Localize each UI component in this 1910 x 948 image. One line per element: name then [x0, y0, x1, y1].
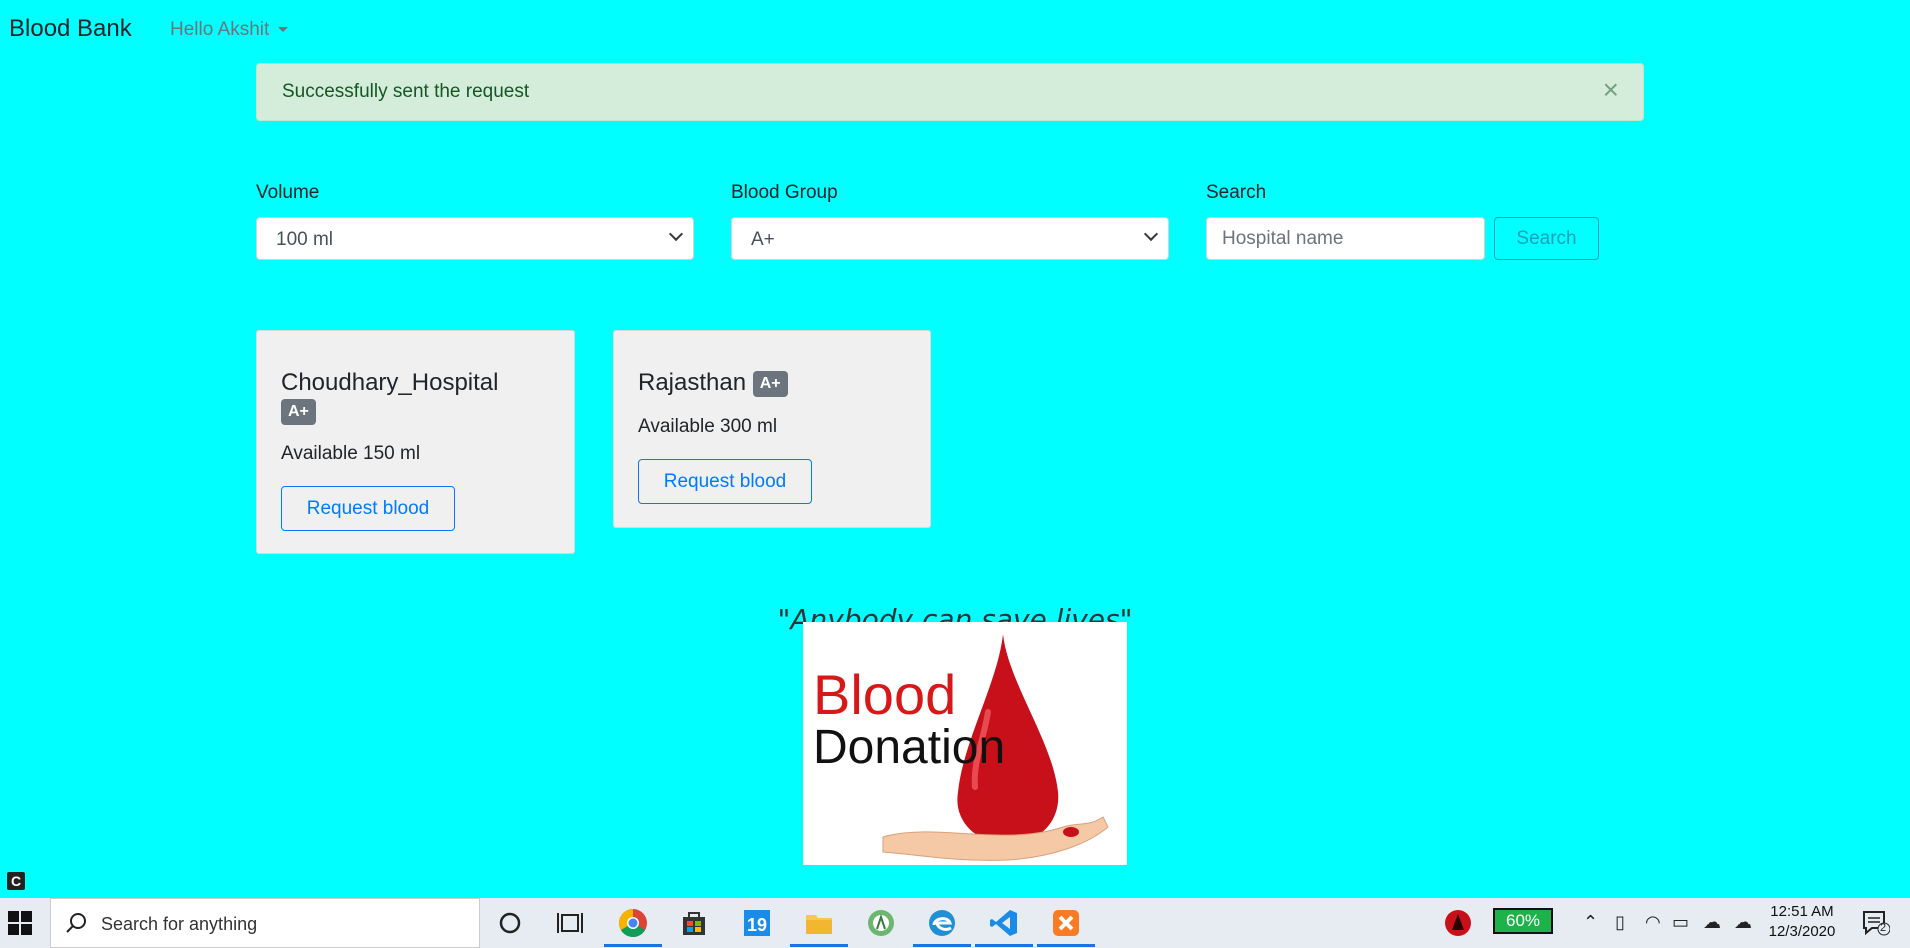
- wifi-icon[interactable]: ◠: [1645, 912, 1661, 933]
- battery-icon[interactable]: ▭: [1672, 912, 1689, 933]
- image-text-donation: Donation: [813, 721, 1006, 774]
- active-app-indicator: [975, 944, 1033, 947]
- chevron-down-icon: [668, 226, 684, 242]
- taskbar-search-text: Search for anything: [101, 914, 258, 934]
- app-corner-icon[interactable]: C: [7, 872, 25, 890]
- available-volume: Available 150 ml: [281, 443, 421, 464]
- search-icon: [66, 913, 86, 933]
- store-icon[interactable]: [678, 907, 710, 939]
- notification-count: 2: [1880, 922, 1887, 934]
- request-blood-button[interactable]: Request blood: [638, 459, 812, 504]
- hospital-search-input[interactable]: [1206, 217, 1485, 260]
- chrome-icon[interactable]: [617, 907, 649, 939]
- xampp-icon[interactable]: [1050, 907, 1082, 939]
- cortana-icon[interactable]: [494, 907, 526, 939]
- user-greeting: Hello Akshit: [170, 19, 270, 40]
- system-clock[interactable]: 12:51 AM 12/3/2020: [1766, 902, 1838, 942]
- active-app-indicator: [913, 944, 971, 947]
- notification-center[interactable]: 2: [1862, 910, 1891, 941]
- volume-select[interactable]: 100 ml: [256, 217, 694, 260]
- file-explorer-icon[interactable]: [803, 907, 835, 939]
- active-app-indicator: [790, 944, 848, 947]
- hospital-name: Rajasthan: [638, 369, 747, 396]
- active-app-indicator: [604, 944, 662, 947]
- meet-now-icon[interactable]: ▯: [1615, 912, 1625, 933]
- battery-percentage[interactable]: 60%: [1493, 908, 1553, 934]
- windows-start-icon[interactable]: [8, 911, 32, 935]
- volume-selected-value: 100 ml: [276, 229, 334, 250]
- request-blood-button[interactable]: Request blood: [281, 486, 455, 531]
- image-text-blood: Blood: [813, 663, 957, 726]
- brand-logo[interactable]: Blood Bank: [9, 15, 132, 43]
- clock-time: 12:51 AM: [1770, 903, 1834, 920]
- caret-down-icon: [277, 27, 288, 33]
- edge-icon[interactable]: [926, 907, 958, 939]
- task-view-icon[interactable]: [554, 907, 586, 939]
- hospital-name: Choudhary_Hospital: [281, 369, 499, 396]
- svg-text:19: 19: [747, 915, 767, 935]
- blood-group-badge: A+: [752, 370, 788, 397]
- blood-group-select[interactable]: A+: [731, 217, 1169, 260]
- onedrive-icon[interactable]: ☁: [1703, 912, 1721, 933]
- success-alert: Successfully sent the request ×: [256, 63, 1644, 121]
- search-label: Search: [1206, 182, 1267, 203]
- blood-donation-image: Blood Donation: [803, 622, 1127, 865]
- volume-label: Volume: [256, 182, 320, 203]
- active-app-indicator: [1037, 944, 1095, 947]
- close-icon[interactable]: ×: [1603, 76, 1619, 104]
- chevron-down-icon: [1143, 226, 1159, 242]
- chevron-up-icon[interactable]: ⌃: [1583, 912, 1598, 933]
- vscode-icon[interactable]: [988, 907, 1020, 939]
- hospital-title-row: Rajasthan A+: [638, 369, 788, 397]
- alert-message: Successfully sent the request: [282, 81, 530, 102]
- cloud-icon[interactable]: ☁: [1734, 912, 1752, 933]
- blood-group-badge: A+: [281, 399, 316, 425]
- taskbar-search-box[interactable]: Search for anything: [50, 898, 480, 948]
- clock-date: 12/3/2020: [1768, 923, 1836, 940]
- android-studio-icon[interactable]: [865, 907, 897, 939]
- taskbar: Search for anything 19 60% ⌃ ▯ ◠ ▭ ☁ ☁ 1…: [0, 898, 1910, 948]
- calendar-app-icon[interactable]: 19: [741, 907, 773, 939]
- antivirus-tray-icon[interactable]: [1442, 907, 1474, 939]
- blood-group-selected-value: A+: [751, 229, 775, 250]
- available-volume: Available 300 ml: [638, 416, 778, 437]
- user-menu-dropdown[interactable]: Hello Akshit: [170, 19, 288, 41]
- hospital-card: Rajasthan A+ Available 300 ml Request bl…: [613, 330, 931, 528]
- blood-group-label: Blood Group: [731, 182, 838, 203]
- navbar: Blood Bank Hello Akshit: [0, 0, 1910, 60]
- search-button[interactable]: Search: [1494, 217, 1599, 260]
- hospital-card: Choudhary_Hospital A+ Available 150 ml R…: [256, 330, 575, 554]
